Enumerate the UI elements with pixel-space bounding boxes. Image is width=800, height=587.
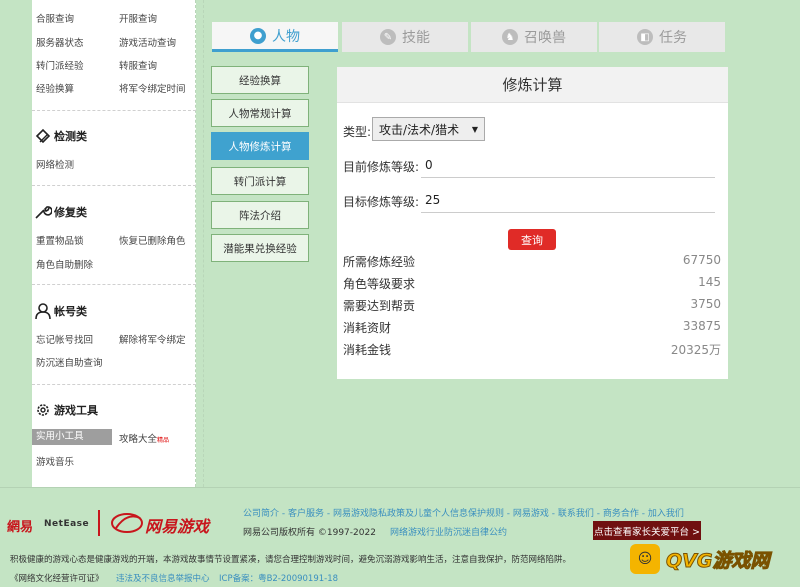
type-label: 类型: (343, 125, 372, 139)
menu-person-calc[interactable]: 人物常规计算 (211, 99, 309, 127)
sidebar-divider (32, 384, 196, 385)
sidebar-link[interactable]: 游戏音乐 (36, 454, 74, 468)
license-text: 《网络文化经营许可证》 (10, 574, 104, 584)
section-title: 检测类 (54, 130, 87, 143)
result-label: 需要达到帮贡 (343, 299, 416, 313)
logo-divider (98, 510, 100, 536)
footer-links[interactable]: 公司简介 - 客户服务 - 网易游戏隐私政策及儿童个人信息保护规则 - 网易游戏… (243, 506, 684, 519)
detect-icon (35, 128, 51, 144)
dropdown-arrow-icon: ▼ (471, 124, 478, 134)
section-header-repair: 修复类 (34, 204, 87, 220)
menu-potential-exchange[interactable]: 潜能果兑换经验 (211, 234, 309, 262)
result-value: 3750 (690, 297, 721, 311)
query-button[interactable]: 查询 (508, 229, 556, 250)
icp-link[interactable]: ICP备案：粤B2-20090191-18 (219, 572, 338, 584)
section-title: 修复类 (54, 206, 87, 219)
site-watermark: ☺ QVG游戏网 (630, 538, 795, 580)
sidebar-link[interactable]: 恢复已删除角色 (119, 233, 186, 247)
target-level-label: 目标修炼等级: (343, 195, 420, 209)
result-value: 20325万 (670, 343, 721, 357)
sidebar-item-active[interactable]: 实用小工具 (32, 429, 112, 445)
skill-icon: ✎ (380, 29, 396, 45)
gear-icon (37, 404, 49, 416)
netease-logo-en: NetEase (44, 519, 90, 529)
task-icon: ◧ (637, 29, 653, 45)
section-title: 游戏工具 (54, 404, 98, 417)
self-discipline-link[interactable]: 网络游戏行业防沉迷自律公约 (390, 525, 507, 538)
tab-label: 技能 (402, 30, 430, 46)
tab-person[interactable]: ● 人物 (212, 22, 338, 52)
target-level-input[interactable]: 25 (425, 193, 440, 207)
sidebar-link[interactable]: 转服查询 (119, 58, 157, 72)
copyright: 网易公司版权所有 ©1997-2022 (243, 528, 376, 538)
sidebar-link[interactable]: 开服查询 (119, 11, 157, 25)
netease-games-logo-icon (111, 513, 143, 533)
hot-badge: 精品 (157, 437, 170, 444)
sidebar-link[interactable]: 经验换算 (36, 81, 74, 95)
tab-label: 任务 (659, 30, 687, 46)
section-header-account: 帐号类 (34, 303, 87, 319)
section-title: 帐号类 (54, 305, 87, 318)
sidebar-divider (32, 185, 196, 186)
result-label: 消耗金钱 (343, 343, 392, 357)
sidebar-link[interactable]: 服务器状态 (36, 35, 84, 49)
tab-skill[interactable]: ✎ 技能 (342, 22, 468, 52)
menu-school-transfer[interactable]: 转门派计算 (211, 167, 309, 195)
result-value: 145 (698, 275, 721, 289)
game-controller-icon: ☺ (630, 544, 660, 574)
sidebar-link[interactable]: 合服查询 (36, 11, 74, 25)
watermark-text: QVG游戏网 (665, 549, 770, 572)
sidebar-link[interactable]: 角色自助删除 (36, 257, 93, 271)
wrench-icon (35, 206, 52, 219)
sidebar-divider (32, 284, 196, 285)
section-header-detect: 检测类 (34, 128, 87, 144)
type-select[interactable]: 攻击/法术/猎术 ▼ (372, 117, 485, 141)
sidebar-link[interactable]: 重置物品锁 (36, 233, 84, 247)
result-label: 消耗资财 (343, 321, 392, 335)
result-label: 角色等级要求 (343, 277, 416, 291)
sidebar-link[interactable]: 转门派经验 (36, 58, 84, 72)
sidebar-divider (32, 110, 196, 111)
input-underline (421, 177, 715, 178)
report-link[interactable]: 违法及不良信息举报中心 (116, 572, 210, 584)
panel-title: 修炼计算 (337, 67, 728, 103)
netease-logo: 網易 (7, 520, 34, 535)
left-sidebar: 合服查询 开服查询 服务器状态 游戏活动查询 转门派经验 转服查询 经验换算 将… (32, 0, 196, 487)
section-header-tools: 游戏工具 (34, 402, 98, 418)
content-divider (203, 0, 204, 487)
sidebar-link-label: 攻略大全 (119, 434, 158, 445)
sidebar-link[interactable]: 忘记帐号找回 (36, 332, 93, 346)
tab-task[interactable]: ◧ 任务 (599, 22, 725, 52)
menu-formation-intro[interactable]: 阵法介绍 (211, 201, 309, 229)
netease-games-logo: 网易游戏 (145, 517, 210, 536)
result-label: 所需修炼经验 (343, 255, 416, 269)
health-notice: 积极健康的游戏心态是健康游戏的开端，本游戏故事情节设置紧凑，请您合理控制游戏时间… (10, 555, 572, 565)
input-underline (421, 212, 715, 213)
tab-label: 召唤兽 (524, 30, 566, 46)
sidebar-link[interactable]: 攻略大全精品 (119, 431, 169, 445)
tab-pet[interactable]: ♞ 召唤兽 (471, 22, 597, 52)
menu-cultivation-calc[interactable]: 人物修炼计算 (211, 132, 309, 160)
sidebar-link[interactable]: 将军令绑定时间 (119, 81, 186, 95)
person-icon: ● (250, 27, 266, 44)
current-level-label: 目前修炼等级: (343, 160, 420, 174)
result-value: 33875 (682, 319, 721, 333)
user-icon (35, 303, 51, 319)
tab-label: 人物 (272, 28, 300, 45)
sidebar-link[interactable]: 防沉迷自助查询 (36, 355, 103, 369)
menu-exp-convert[interactable]: 经验换算 (211, 66, 309, 94)
sidebar-link[interactable]: 游戏活动查询 (119, 35, 176, 49)
sidebar-link[interactable]: 网络检测 (36, 157, 74, 171)
current-level-input[interactable]: 0 (425, 158, 433, 172)
pet-icon: ♞ (502, 29, 518, 45)
result-value: 67750 (682, 253, 721, 267)
type-select-value: 攻击/法术/猎术 (379, 122, 460, 137)
cultivation-calc-panel: 修炼计算 类型: 攻击/法术/猎术 ▼ 目前修炼等级: 0 目标修炼等级: 25… (337, 67, 728, 379)
sidebar-link[interactable]: 解除将军令绑定 (119, 332, 186, 346)
